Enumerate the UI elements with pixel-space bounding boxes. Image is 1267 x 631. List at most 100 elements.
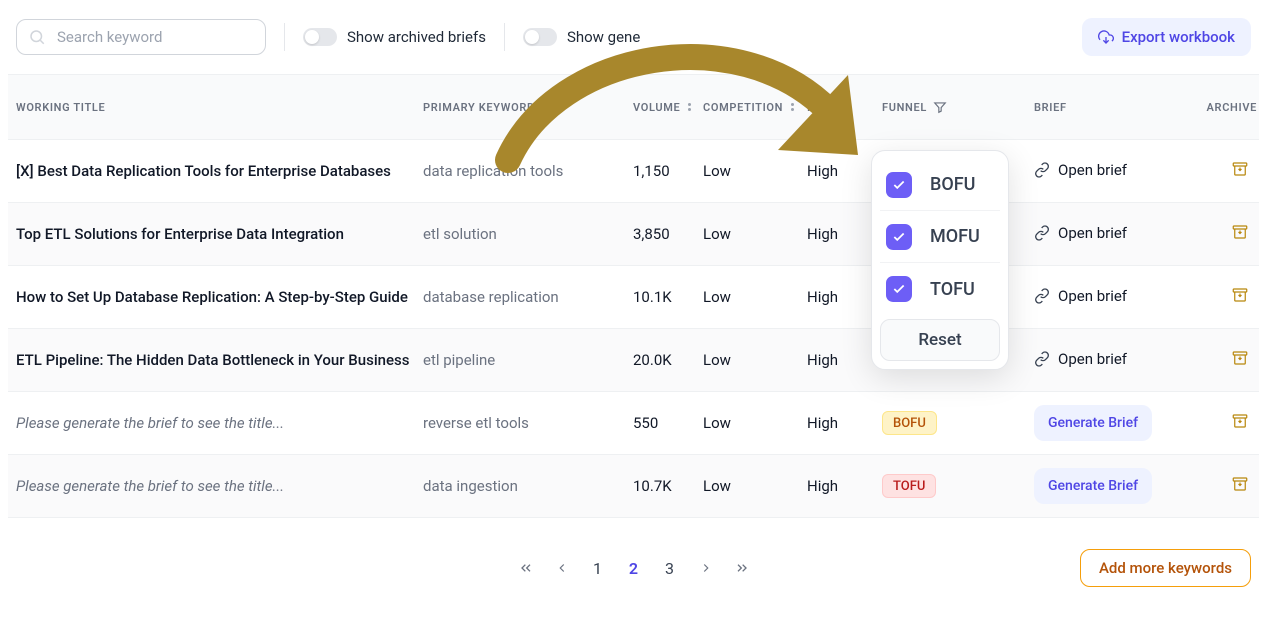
toggle-archived-switch[interactable] xyxy=(303,28,337,46)
toggle-generated-label: Show gene xyxy=(567,28,640,46)
open-brief-link[interactable]: Open brief xyxy=(1034,161,1127,179)
pager-first[interactable] xyxy=(517,560,535,576)
cell-working-title: Top ETL Solutions for Enterprise Data In… xyxy=(16,225,423,243)
cell-volume: 10.7K xyxy=(633,477,703,495)
cell-working-title: ETL Pipeline: The Hidden Data Bottleneck… xyxy=(16,351,423,369)
filter-option-label: MOFU xyxy=(930,226,980,247)
filter-icon xyxy=(933,100,947,114)
cell-archive xyxy=(1197,348,1257,372)
generate-brief-button[interactable]: Generate Brief xyxy=(1034,405,1152,441)
archive-icon[interactable] xyxy=(1231,348,1249,372)
download-cloud-icon xyxy=(1098,29,1114,45)
filter-option-label: BOFU xyxy=(930,174,975,195)
cell-primary-keyword: data replication tools xyxy=(423,162,633,180)
cell-competition: Low xyxy=(703,162,807,180)
cell-working-title: How to Set Up Database Replication: A St… xyxy=(16,288,423,306)
cell-archive xyxy=(1197,411,1257,435)
pager-last[interactable] xyxy=(733,560,751,576)
pagination: 1 2 3 xyxy=(517,559,751,578)
cell-brief: Open brief xyxy=(1034,350,1197,371)
pager-page-1[interactable]: 1 xyxy=(589,559,607,578)
open-brief-link[interactable]: Open brief xyxy=(1034,224,1127,242)
cell-archive xyxy=(1197,285,1257,309)
filter-option-tofu[interactable]: TOFU xyxy=(880,263,1000,315)
add-more-keywords-button[interactable]: Add more keywords xyxy=(1080,549,1251,587)
funnel-tag: TOFU xyxy=(882,474,936,498)
pager-page-3[interactable]: 3 xyxy=(661,559,679,578)
filter-reset-button[interactable]: Reset xyxy=(880,319,1000,361)
cell-volume: 3,850 xyxy=(633,225,703,243)
toggle-generated-switch[interactable] xyxy=(523,28,557,46)
cell-primary-keyword: reverse etl tools xyxy=(423,414,633,432)
open-brief-link[interactable]: Open brief xyxy=(1034,350,1127,368)
cell-volume: 10.1K xyxy=(633,288,703,306)
table-header: WORKING TITLE PRIMARY KEYWORD VOLUME COM… xyxy=(8,74,1259,140)
col-competition[interactable]: COMPETITION xyxy=(703,101,807,114)
filter-option-bofu[interactable]: BOFU xyxy=(880,159,1000,211)
table-row: How to Set Up Database Replication: A St… xyxy=(8,266,1259,329)
open-brief-link[interactable]: Open brief xyxy=(1034,287,1127,305)
col-brief: BRIEF xyxy=(1034,101,1197,114)
cell-volume: 20.0K xyxy=(633,351,703,369)
divider xyxy=(284,23,285,51)
pager-prev[interactable] xyxy=(553,561,571,575)
cell-priority: High xyxy=(807,414,882,432)
cell-brief: Open brief xyxy=(1034,287,1197,308)
col-funnel[interactable]: FUNNEL xyxy=(882,100,1034,114)
table-row: [X] Best Data Replication Tools for Ente… xyxy=(8,140,1259,203)
export-workbook-button[interactable]: Export workbook xyxy=(1082,18,1251,56)
checkbox-checked-icon xyxy=(886,172,912,198)
cell-volume: 1,150 xyxy=(633,162,703,180)
cell-archive xyxy=(1197,159,1257,183)
table-row: Please generate the brief to see the tit… xyxy=(8,392,1259,455)
cell-working-title: [X] Best Data Replication Tools for Ente… xyxy=(16,162,423,180)
toggle-archived-label: Show archived briefs xyxy=(347,28,486,46)
cell-competition: Low xyxy=(703,414,807,432)
cell-competition: Low xyxy=(703,225,807,243)
col-priority[interactable]: ITY xyxy=(807,101,882,114)
toggle-generated: Show gene xyxy=(523,28,640,46)
col-volume[interactable]: VOLUME xyxy=(633,101,703,114)
col-working-title[interactable]: WORKING TITLE xyxy=(16,101,423,114)
cell-archive xyxy=(1197,474,1257,498)
cell-primary-keyword: etl solution xyxy=(423,225,633,243)
search-wrapper xyxy=(16,19,266,55)
cell-funnel: TOFU xyxy=(882,474,1034,498)
col-primary-keyword[interactable]: PRIMARY KEYWORD xyxy=(423,101,633,114)
cell-brief: Generate Brief xyxy=(1034,405,1197,441)
cell-brief: Generate Brief xyxy=(1034,468,1197,504)
table-row: Top ETL Solutions for Enterprise Data In… xyxy=(8,203,1259,266)
cell-working-title: Please generate the brief to see the tit… xyxy=(16,414,423,432)
archive-icon[interactable] xyxy=(1231,411,1249,435)
cell-competition: Low xyxy=(703,288,807,306)
pager-page-2[interactable]: 2 xyxy=(625,559,643,578)
cell-brief: Open brief xyxy=(1034,161,1197,182)
cell-competition: Low xyxy=(703,477,807,495)
search-input[interactable] xyxy=(16,19,266,55)
col-archive: ARCHIVE xyxy=(1197,101,1257,114)
top-toolbar: Show archived briefs Show gene Export wo… xyxy=(8,0,1259,74)
cell-archive xyxy=(1197,222,1257,246)
cell-brief: Open brief xyxy=(1034,224,1197,245)
archive-icon[interactable] xyxy=(1231,222,1249,246)
cell-funnel: BOFU xyxy=(882,411,1034,435)
funnel-filter-popover: BOFU MOFU TOFU Reset xyxy=(871,150,1009,370)
cell-primary-keyword: data ingestion xyxy=(423,477,633,495)
checkbox-checked-icon xyxy=(886,224,912,250)
funnel-tag: BOFU xyxy=(882,411,937,435)
cell-working-title: Please generate the brief to see the tit… xyxy=(16,477,423,495)
filter-option-label: TOFU xyxy=(930,279,975,300)
toggle-archived: Show archived briefs xyxy=(303,28,486,46)
table-row: Please generate the brief to see the tit… xyxy=(8,455,1259,518)
filter-option-mofu[interactable]: MOFU xyxy=(880,211,1000,263)
pager-next[interactable] xyxy=(697,561,715,575)
cell-priority: High xyxy=(807,477,882,495)
cell-competition: Low xyxy=(703,351,807,369)
archive-icon[interactable] xyxy=(1231,285,1249,309)
search-icon xyxy=(28,28,46,46)
cell-primary-keyword: etl pipeline xyxy=(423,351,633,369)
table-footer: 1 2 3 Add more keywords xyxy=(8,538,1259,598)
archive-icon[interactable] xyxy=(1231,474,1249,498)
generate-brief-button[interactable]: Generate Brief xyxy=(1034,468,1152,504)
archive-icon[interactable] xyxy=(1231,159,1249,183)
